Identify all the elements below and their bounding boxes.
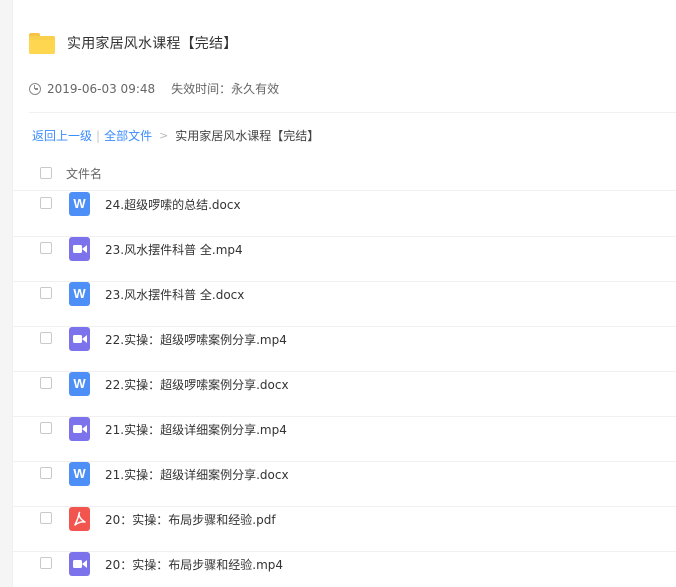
file-checkbox[interactable] (40, 332, 52, 344)
file-name-link[interactable]: 24.超级啰嗦的总结.docx (105, 196, 241, 213)
video-file-icon (69, 327, 90, 351)
file-checkbox[interactable] (40, 467, 52, 479)
breadcrumb-arrow-icon: > (159, 129, 169, 142)
file-checkbox[interactable] (40, 422, 52, 434)
file-name-link[interactable]: 23.风水摆件科普 全.mp4 (105, 241, 243, 258)
word-file-icon: W (69, 282, 90, 306)
file-checkbox[interactable] (40, 512, 52, 524)
file-row[interactable]: W 24.超级啰嗦的总结.docx (13, 191, 676, 237)
clock-icon (29, 82, 41, 95)
column-header-filename[interactable]: 文件名 (66, 165, 102, 182)
file-checkbox[interactable] (40, 377, 52, 389)
pdf-file-icon (69, 507, 90, 531)
file-row[interactable]: 21.实操：超级详细案例分享.mp4 (13, 416, 676, 462)
word-file-icon: W (69, 372, 90, 396)
list-header: 文件名 (40, 162, 670, 184)
video-file-icon (69, 417, 90, 441)
file-name-link[interactable]: 22.实操：超级啰嗦案例分享.docx (105, 376, 289, 393)
share-panel: 实用家居风水课程【完结】 2019-06-03 09:48 失效时间：永久有效 … (13, 0, 676, 587)
breadcrumb-current: 实用家居风水课程【完结】 (175, 129, 320, 143)
file-checkbox[interactable] (40, 197, 52, 209)
file-name-link[interactable]: 20：实操：布局步骤和经验.mp4 (105, 556, 283, 573)
share-meta: 2019-06-03 09:48 失效时间：永久有效 (29, 80, 279, 97)
all-files-link[interactable]: 全部文件 (104, 127, 152, 144)
word-file-icon: W (69, 462, 90, 486)
file-row[interactable]: W 21.实操：超级详细案例分享.docx (13, 461, 676, 507)
file-checkbox[interactable] (40, 242, 52, 254)
file-name-link[interactable]: 21.实操：超级详细案例分享.mp4 (105, 421, 287, 438)
file-name-link[interactable]: 23.风水摆件科普 全.docx (105, 286, 244, 303)
video-file-icon (69, 237, 90, 261)
file-row[interactable]: 20：实操：布局步骤和经验.mp4 (13, 551, 676, 587)
file-name-link[interactable]: 20：实操：布局步骤和经验.pdf (105, 511, 276, 528)
folder-title: 实用家居风水课程【完结】 (67, 36, 238, 52)
share-datetime: 2019-06-03 09:48 (47, 81, 156, 96)
breadcrumb-separator: | (96, 128, 101, 143)
word-file-icon: W (69, 192, 90, 216)
file-row[interactable]: 23.风水摆件科普 全.mp4 (13, 236, 676, 282)
file-name-link[interactable]: 22.实操：超级啰嗦案例分享.mp4 (105, 331, 287, 348)
select-all-checkbox[interactable] (40, 167, 52, 179)
file-checkbox[interactable] (40, 287, 52, 299)
file-name-link[interactable]: 21.实操：超级详细案例分享.docx (105, 466, 289, 483)
folder-header: 实用家居风水课程【完结】 (29, 31, 237, 55)
back-link[interactable]: 返回上一级 (32, 127, 92, 144)
file-list: W 24.超级啰嗦的总结.docx 23.风水摆件科普 全.mp4 W 23.风水摆件科… (13, 190, 676, 576)
file-row[interactable]: 22.实操：超级啰嗦案例分享.mp4 (13, 326, 676, 372)
folder-icon (29, 32, 55, 54)
divider (29, 112, 676, 113)
file-row[interactable]: W 22.实操：超级啰嗦案例分享.docx (13, 371, 676, 417)
file-checkbox[interactable] (40, 557, 52, 569)
breadcrumb: 返回上一级 | 全部文件 > 实用家居风水课程【完结】 (32, 127, 319, 144)
file-row[interactable]: W 23.风水摆件科普 全.docx (13, 281, 676, 327)
file-row[interactable]: 20：实操：布局步骤和经验.pdf (13, 506, 676, 552)
video-file-icon (69, 552, 90, 576)
expire-info: 失效时间：永久有效 (171, 82, 280, 96)
